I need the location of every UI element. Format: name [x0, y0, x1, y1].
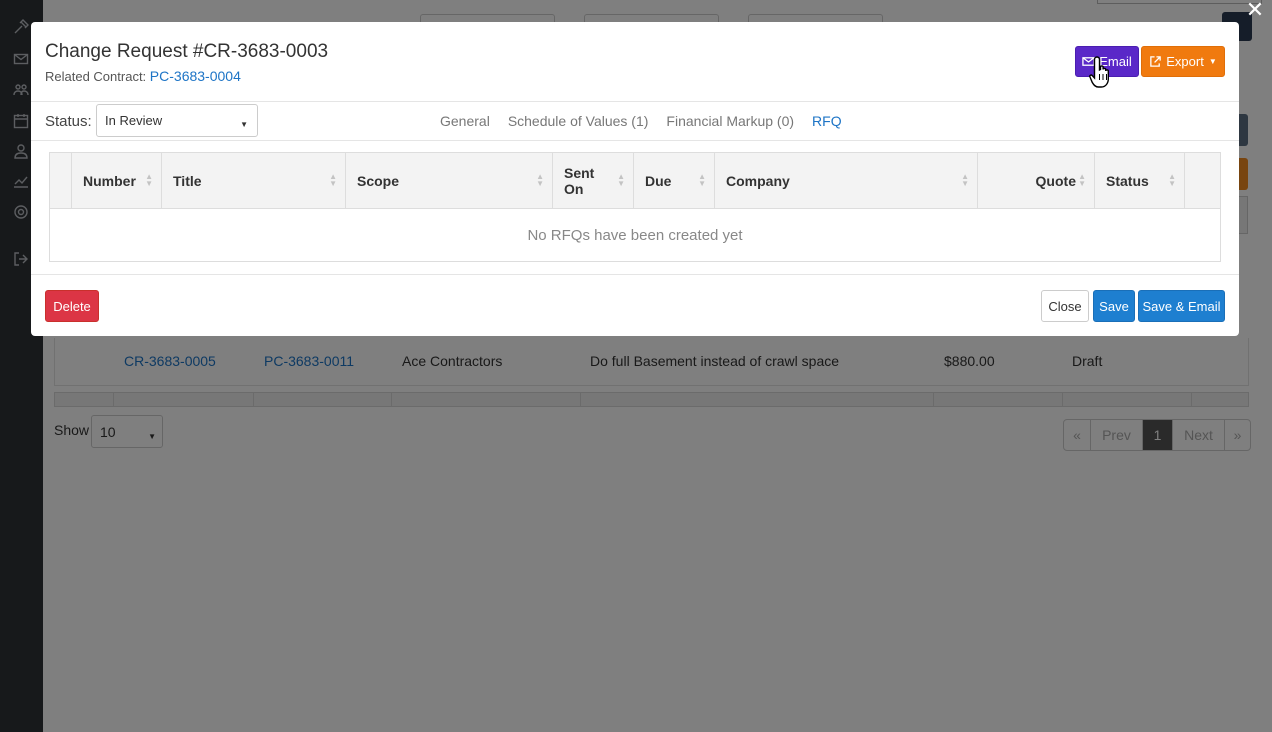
status-bar: Status: In Review ▼ General Schedule of … — [31, 103, 1239, 141]
modal-header: Change Request #CR-3683-0003 Related Con… — [31, 22, 1239, 102]
change-request-modal: Change Request #CR-3683-0003 Related Con… — [31, 22, 1239, 336]
status-select[interactable]: In Review ▼ — [96, 104, 258, 137]
sort-icon: ▲ ▼ — [961, 172, 969, 188]
rfq-table-header: Number ▲ ▼ Title ▲ ▼ Scope ▲ ▼ Sent On ▲ ▼ Du… — [50, 153, 1220, 209]
close-button[interactable]: Close — [1041, 290, 1089, 322]
column-header-status[interactable]: Status ▲ ▼ — [1095, 153, 1185, 208]
tab-financial-markup[interactable]: Financial Markup (0) — [666, 113, 794, 129]
save-button[interactable]: Save — [1093, 290, 1135, 322]
sort-icon: ▲ ▼ — [329, 172, 337, 188]
related-contract: Related Contract: PC-3683-0004 — [45, 68, 241, 84]
column-header-company[interactable]: Company ▲ ▼ — [715, 153, 978, 208]
column-header-sent-on[interactable]: Sent On ▲ ▼ — [553, 153, 634, 208]
sort-icon: ▲ ▼ — [536, 172, 544, 188]
modal-tabs: General Schedule of Values (1) Financial… — [440, 113, 860, 129]
sort-icon: ▲ ▼ — [698, 172, 706, 188]
modal-footer: Delete Close Save Save & Email — [31, 274, 1239, 336]
delete-button[interactable]: Delete — [45, 290, 99, 322]
status-label: Status: — [45, 113, 92, 130]
tab-schedule-of-values[interactable]: Schedule of Values (1) — [508, 113, 649, 129]
rfq-table: Number ▲ ▼ Title ▲ ▼ Scope ▲ ▼ Sent On ▲ ▼ Du… — [49, 152, 1221, 262]
sort-icon: ▲ ▼ — [145, 172, 153, 188]
related-contract-link[interactable]: PC-3683-0004 — [150, 68, 241, 84]
export-button[interactable]: Export ▼ — [1141, 46, 1225, 77]
chevron-down-icon: ▼ — [240, 120, 248, 129]
column-header-scope[interactable]: Scope ▲ ▼ — [346, 153, 553, 208]
export-button-label: Export — [1166, 54, 1204, 69]
tab-rfq[interactable]: RFQ — [812, 113, 842, 129]
sort-icon: ▲ ▼ — [617, 172, 625, 188]
save-and-email-button[interactable]: Save & Email — [1138, 290, 1225, 322]
chevron-down-icon: ▼ — [1208, 57, 1217, 66]
hand-cursor-icon — [1089, 56, 1109, 88]
export-icon — [1150, 56, 1162, 67]
select-column-header — [50, 153, 72, 208]
tab-general[interactable]: General — [440, 113, 490, 129]
column-header-quote[interactable]: Quote ▲ ▼ — [978, 153, 1095, 208]
sort-icon: ▲ ▼ — [1168, 172, 1176, 188]
modal-title: Change Request #CR-3683-0003 — [45, 41, 329, 62]
column-header-number[interactable]: Number ▲ ▼ — [72, 153, 162, 208]
column-header-title[interactable]: Title ▲ ▼ — [162, 153, 346, 208]
related-contract-label: Related Contract: — [45, 69, 147, 84]
status-select-value: In Review — [105, 113, 163, 128]
actions-column-header — [1185, 153, 1220, 208]
empty-state-message: No RFQs have been created yet — [527, 227, 743, 244]
close-icon[interactable]: ✕ — [1244, 0, 1266, 22]
sort-icon: ▲ ▼ — [1078, 172, 1086, 188]
column-header-due[interactable]: Due ▲ ▼ — [634, 153, 715, 208]
